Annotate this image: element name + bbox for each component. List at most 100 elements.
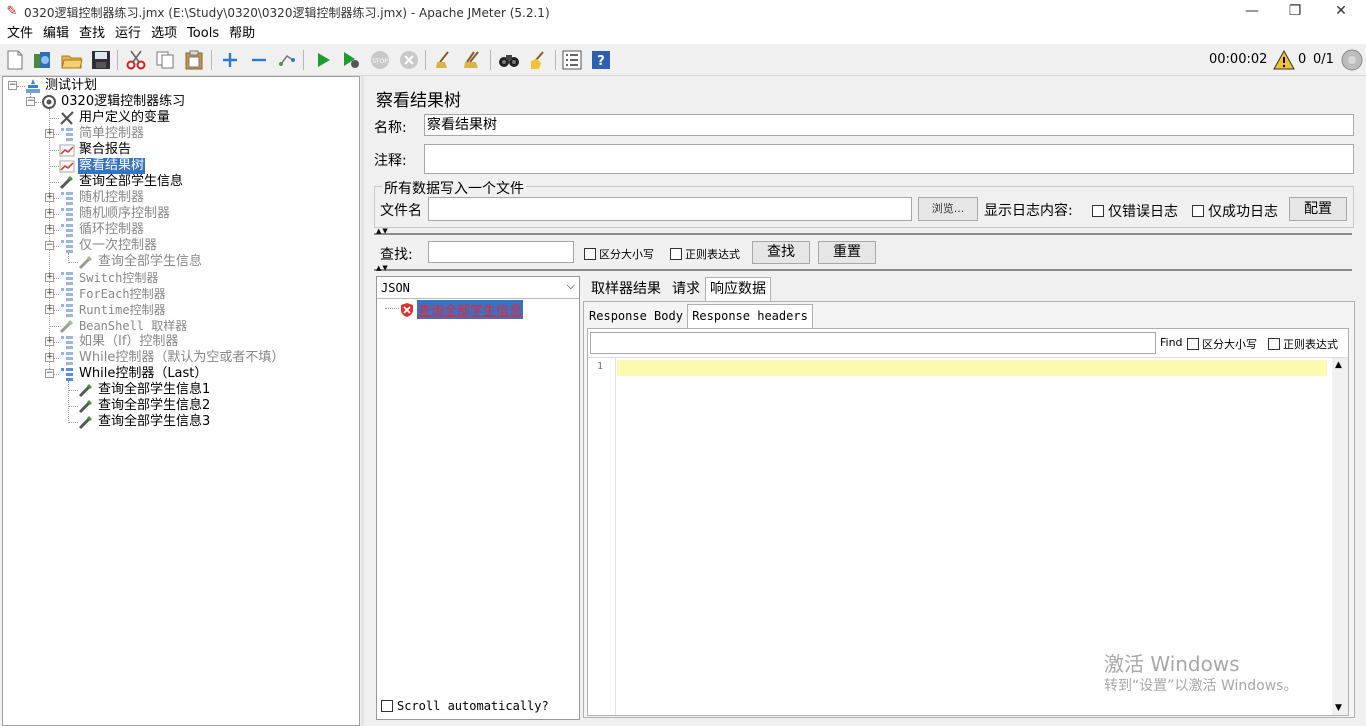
wrench-icon <box>59 110 75 126</box>
tree-node-while-controller-default[interactable]: + While控制器（默认为空或者不填） <box>43 350 285 366</box>
clear-all-icon[interactable] <box>462 49 484 71</box>
search-field[interactable] <box>428 241 574 263</box>
paste-icon[interactable] <box>183 49 205 71</box>
browse-button[interactable]: 浏览... <box>918 197 978 221</box>
reset-button[interactable]: 重置 <box>818 241 876 264</box>
tree-node-if-controller[interactable]: + 如果（If）控制器 <box>43 334 179 350</box>
errors-only-checkbox[interactable]: 仅错误日志 <box>1092 201 1178 221</box>
tree-node-http-sampler[interactable]: 查询全部学生信息 <box>59 174 184 190</box>
tree-node-aggregate-report[interactable]: 聚合报告 <box>59 142 132 158</box>
subtab-response-body[interactable]: Response Body <box>587 305 685 327</box>
comment-field[interactable] <box>424 144 1354 174</box>
search-binoculars-icon[interactable] <box>498 49 520 71</box>
menu-edit[interactable]: 编辑 <box>38 24 74 44</box>
case-sensitive-checkbox[interactable]: 区分大小写 <box>584 246 654 262</box>
function-helper-list-icon[interactable] <box>561 49 583 71</box>
clear-icon[interactable] <box>433 49 455 71</box>
chevron-down-icon: ⌵ <box>566 279 575 292</box>
name-field[interactable]: 察看结果树 <box>424 114 1354 136</box>
scroll-down-icon[interactable]: ▼ <box>1335 703 1342 713</box>
tab-response-data[interactable]: 响应数据 <box>705 277 771 301</box>
sample-result-item[interactable]: 查询全部学生信息 <box>399 300 524 319</box>
tree-node-random-controller[interactable]: + 随机控制器 <box>43 190 145 206</box>
tree-node-foreach-controller[interactable]: + ForEach控制器 <box>43 286 167 302</box>
menu-options[interactable]: 选项 <box>146 24 182 44</box>
tree-node-while-controller-last[interactable]: − While控制器（Last） <box>43 366 208 382</box>
subtab-response-headers[interactable]: Response headers <box>687 304 813 328</box>
tree-node-runtime-controller[interactable]: + Runtime控制器 <box>43 302 167 318</box>
collapse-toggle[interactable]: − <box>45 369 54 378</box>
renderer-select[interactable]: JSON ⌵ <box>377 277 579 299</box>
find-in-response-field[interactable] <box>590 332 1156 354</box>
menu-bar: 文件 编辑 查找 运行 选项 Tools 帮助 <box>0 24 1366 44</box>
save-icon[interactable] <box>90 49 112 71</box>
find-case-checkbox[interactable]: 区分大小写 <box>1187 336 1257 352</box>
tree-node-http-sampler[interactable]: 查询全部学生信息 <box>78 254 203 270</box>
tree-node-once-only-controller[interactable]: − 仅一次控制器 <box>43 238 158 254</box>
scroll-automatically-checkbox[interactable]: Scroll automatically? <box>381 699 549 713</box>
tree-node-user-variables[interactable]: 用户定义的变量 <box>59 110 171 126</box>
expand-toggle[interactable]: + <box>45 209 54 218</box>
collapse-arrows[interactable]: ▲▼ <box>376 264 389 272</box>
tree-node-view-results-tree[interactable]: 察看结果树 <box>59 158 146 174</box>
minimize-button[interactable]: — <box>1229 0 1275 24</box>
collapse-toggle[interactable]: − <box>45 241 54 250</box>
menu-file[interactable]: 文件 <box>2 24 38 44</box>
menu-search[interactable]: 查找 <box>74 24 110 44</box>
collapse-all-icon[interactable] <box>248 49 270 71</box>
expand-toggle[interactable]: + <box>45 353 54 362</box>
expand-toggle[interactable]: + <box>45 273 54 282</box>
tree-node-thread-group[interactable]: − 0320逻辑控制器练习 <box>21 94 186 110</box>
menu-tools[interactable]: Tools <box>182 24 224 44</box>
templates-icon[interactable] <box>32 49 54 71</box>
tree-node-test-plan[interactable]: − 测试计划 <box>3 78 98 94</box>
tree-node-beanshell-sampler[interactable]: BeanShell 取样器 <box>59 318 188 334</box>
expand-toggle[interactable]: + <box>45 305 54 314</box>
stop-icon[interactable]: STOP <box>369 49 391 71</box>
warning-icon[interactable] <box>1273 49 1295 71</box>
open-icon[interactable] <box>61 49 83 71</box>
tree-node-http-sampler-2[interactable]: 查询全部学生信息2 <box>78 398 211 414</box>
find-button[interactable]: 查找 <box>752 241 810 264</box>
reset-search-broom-icon[interactable] <box>527 49 549 71</box>
expand-toggle[interactable]: + <box>45 337 54 346</box>
filename-field[interactable] <box>428 197 912 221</box>
new-icon[interactable] <box>4 49 26 71</box>
help-icon[interactable]: ? <box>590 49 612 71</box>
tree-node-http-sampler-3[interactable]: 查询全部学生信息3 <box>78 414 211 430</box>
toggle-icon[interactable] <box>277 49 299 71</box>
configure-button[interactable]: 配置 <box>1289 197 1347 221</box>
tab-sampler-result[interactable]: 取样器结果 <box>587 278 665 300</box>
expand-toggle[interactable]: + <box>45 193 54 202</box>
copy-icon[interactable] <box>154 49 176 71</box>
start-no-pauses-icon[interactable] <box>340 49 362 71</box>
menu-run[interactable]: 运行 <box>110 24 146 44</box>
controller-icon <box>59 126 75 142</box>
start-icon[interactable] <box>312 49 334 71</box>
shutdown-icon[interactable] <box>398 49 420 71</box>
menu-help[interactable]: 帮助 <box>224 24 260 44</box>
collapse-toggle[interactable]: − <box>8 81 17 90</box>
tree-node-loop-controller[interactable]: + 循环控制器 <box>43 222 145 238</box>
expand-toggle[interactable]: + <box>45 289 54 298</box>
close-button[interactable]: ✕ <box>1318 0 1364 24</box>
error-count: 0 <box>1298 52 1307 67</box>
tree-node-random-order-controller[interactable]: + 随机顺序控制器 <box>43 206 171 222</box>
expand-toggle[interactable]: + <box>45 225 54 234</box>
collapse-toggle[interactable]: − <box>26 97 35 106</box>
restore-button[interactable]: ❐ <box>1272 0 1318 24</box>
tab-request[interactable]: 请求 <box>667 278 705 300</box>
tree-node-simple-controller[interactable]: + 简单控制器 <box>43 126 145 142</box>
expand-all-icon[interactable] <box>219 49 241 71</box>
status-indicator-icon <box>1341 49 1363 71</box>
regex-checkbox[interactable]: 正则表达式 <box>670 246 740 262</box>
vertical-scrollbar[interactable]: ▲ ▼ <box>1332 358 1348 715</box>
expand-toggle[interactable]: + <box>45 129 54 138</box>
success-only-checkbox[interactable]: 仅成功日志 <box>1192 201 1278 221</box>
tree-node-switch-controller[interactable]: + Switch控制器 <box>43 270 159 286</box>
tree-node-http-sampler-1[interactable]: 查询全部学生信息1 <box>78 382 211 398</box>
cut-icon[interactable] <box>125 49 147 71</box>
collapse-arrows[interactable]: ▲▼ <box>376 227 389 235</box>
scroll-up-icon[interactable]: ▲ <box>1335 360 1342 370</box>
find-regex-checkbox[interactable]: 正则表达式 <box>1268 336 1338 352</box>
